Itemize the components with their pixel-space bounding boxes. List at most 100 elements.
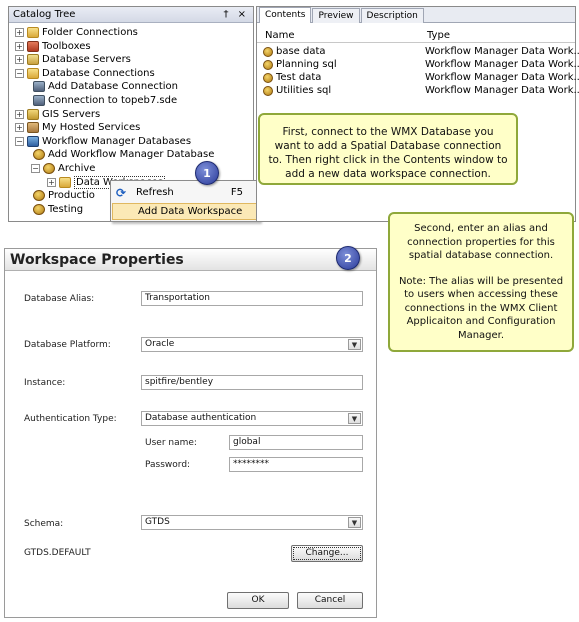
pin-close-icons[interactable]: † × xyxy=(223,9,249,20)
callout-step-2: Second, enter an alias and connection pr… xyxy=(388,212,574,352)
tree-item[interactable]: + My Hosted Services xyxy=(15,121,140,134)
catalog-tree-header: Catalog Tree † × xyxy=(9,7,253,23)
list-item-name: Test data xyxy=(276,72,322,83)
tree-item-label: GIS Servers xyxy=(42,108,101,120)
step-2-badge: 2 xyxy=(336,246,360,270)
tree-item[interactable]: + Folder Connections xyxy=(15,26,138,39)
workspace-properties-dialog: Workspace Properties Database Alias: Tra… xyxy=(4,248,377,618)
instance-label: Instance: xyxy=(24,378,66,388)
tree-item[interactable]: Add Database Connection xyxy=(31,80,178,93)
tab-contents[interactable]: Contents xyxy=(259,7,312,23)
tree-item-label: Database Servers xyxy=(42,54,131,66)
db-icon xyxy=(33,149,45,161)
column-header-type[interactable]: Type xyxy=(427,30,450,41)
tree-item-label: Folder Connections xyxy=(42,27,138,38)
collapse-icon[interactable]: − xyxy=(15,136,24,146)
database-platform-value: Oracle xyxy=(145,339,175,349)
menu-item-add-label: Add Data Workspace xyxy=(138,206,243,217)
tree-item-label: Productio xyxy=(48,190,95,202)
list-item[interactable]: base data Workflow Manager Data Work... xyxy=(257,46,579,59)
password-label: Password: xyxy=(145,460,191,470)
default-version-text: GTDS.DEFAULT xyxy=(24,548,91,558)
list-item-type: Workflow Manager Data Work... xyxy=(425,46,579,57)
menu-item-add-data-workspace[interactable]: Add Data Workspace xyxy=(112,203,258,220)
catalog-tree-title: Catalog Tree xyxy=(13,9,76,20)
callout-step-1: First, connect to the WMX Database you w… xyxy=(258,113,518,185)
schema-label: Schema: xyxy=(24,519,64,529)
conn-icon xyxy=(33,81,45,93)
tree-item[interactable]: + GIS Servers xyxy=(15,108,100,121)
chevron-down-icon[interactable]: ▼ xyxy=(348,517,361,528)
folder-icon xyxy=(27,67,39,79)
data-workspace-icon xyxy=(263,86,273,96)
db-icon xyxy=(43,163,55,174)
tree-item[interactable]: Productio xyxy=(31,189,95,202)
list-item-name: Planning sql xyxy=(276,59,337,70)
expand-icon[interactable]: + xyxy=(15,109,24,119)
tree-item-label: Testing xyxy=(48,203,84,215)
username-label: User name: xyxy=(145,438,197,448)
list-item-name: Utilities sql xyxy=(276,85,332,96)
authentication-type-label: Authentication Type: xyxy=(24,414,117,424)
dbserver-icon xyxy=(27,54,39,66)
callout-step-1-text: First, connect to the WMX Database you w… xyxy=(268,126,508,180)
contents-tabs: Contents Preview Description xyxy=(257,7,575,23)
data-workspace-icon xyxy=(263,47,273,57)
tree-item[interactable]: + Toolboxes xyxy=(15,40,91,53)
callout-step-2-text-a: Second, enter an alias and connection pr… xyxy=(407,223,555,261)
collapse-icon[interactable]: − xyxy=(31,164,40,173)
database-alias-input[interactable]: Transportation xyxy=(141,291,363,306)
chevron-down-icon[interactable]: ▼ xyxy=(348,413,361,424)
username-input[interactable]: global xyxy=(229,435,363,450)
tree-item-label: Toolboxes xyxy=(42,40,91,52)
list-item-name: base data xyxy=(276,46,326,57)
list-item[interactable]: Utilities sql Workflow Manager Data Work.… xyxy=(257,85,579,98)
list-item-type: Workflow Manager Data Work... xyxy=(425,59,579,70)
refresh-icon: ⟳ xyxy=(116,185,127,200)
tree-item[interactable]: Add Workflow Manager Database xyxy=(31,148,214,161)
menu-item-refresh-shortcut: F5 xyxy=(230,187,243,198)
db-icon xyxy=(33,190,45,202)
tab-preview[interactable]: Preview xyxy=(312,8,360,23)
tree-item[interactable]: Connection to topeb7.sde xyxy=(31,94,177,107)
db-icon xyxy=(33,203,45,215)
ok-button[interactable]: OK xyxy=(227,592,289,609)
password-input[interactable]: ******** xyxy=(229,457,363,472)
authentication-type-select[interactable]: Database authentication ▼ xyxy=(141,411,363,426)
folder-icon xyxy=(27,27,39,38)
database-platform-select[interactable]: Oracle ▼ xyxy=(141,337,363,352)
context-menu: ⟳ Refresh F5 Add Data Workspace xyxy=(110,180,260,222)
tree-item-label: Workflow Manager Databases xyxy=(42,135,192,147)
tab-description[interactable]: Description xyxy=(360,8,424,23)
tree-item[interactable]: Testing xyxy=(31,203,83,216)
gis-icon xyxy=(27,108,39,120)
tree-item[interactable]: − Workflow Manager Databases xyxy=(15,135,191,148)
menu-item-refresh-label: Refresh xyxy=(136,187,174,198)
cancel-button[interactable]: Cancel xyxy=(297,592,363,609)
callout-step-2-text-b: Note: The alias will be presented to use… xyxy=(398,275,564,341)
chevron-down-icon[interactable]: ▼ xyxy=(348,339,361,350)
instance-input[interactable]: spitfire/bentley xyxy=(141,375,363,390)
expand-icon[interactable]: + xyxy=(15,41,24,51)
change-version-button[interactable]: Change... xyxy=(291,545,363,562)
tree-item-label: My Hosted Services xyxy=(42,122,141,134)
list-item[interactable]: Planning sql Workflow Manager Data Work..… xyxy=(257,59,579,72)
tree-item-label: Connection to topeb7.sde xyxy=(48,95,178,106)
database-alias-label: Database Alias: xyxy=(24,294,95,304)
tree-item[interactable]: + Database Servers xyxy=(15,53,131,66)
tree-item[interactable]: − Database Connections xyxy=(15,67,155,80)
list-item[interactable]: Test data Workflow Manager Data Work... xyxy=(257,72,579,85)
tree-item-label: Add Workflow Manager Database xyxy=(48,149,215,161)
wmx-icon xyxy=(27,135,39,147)
menu-item-refresh[interactable]: ⟳ Refresh F5 xyxy=(111,184,259,201)
collapse-icon[interactable]: − xyxy=(15,68,24,78)
expand-icon[interactable]: + xyxy=(15,123,24,133)
tree-item[interactable]: − Archive xyxy=(31,162,95,175)
expand-icon[interactable]: + xyxy=(15,28,24,37)
expand-icon[interactable]: + xyxy=(47,177,56,187)
column-header-name[interactable]: Name xyxy=(265,30,295,41)
list-item-type: Workflow Manager Data Work... xyxy=(425,85,579,96)
expand-icon[interactable]: + xyxy=(15,55,24,65)
schema-select[interactable]: GTDS ▼ xyxy=(141,515,363,530)
folder-icon xyxy=(59,176,71,188)
